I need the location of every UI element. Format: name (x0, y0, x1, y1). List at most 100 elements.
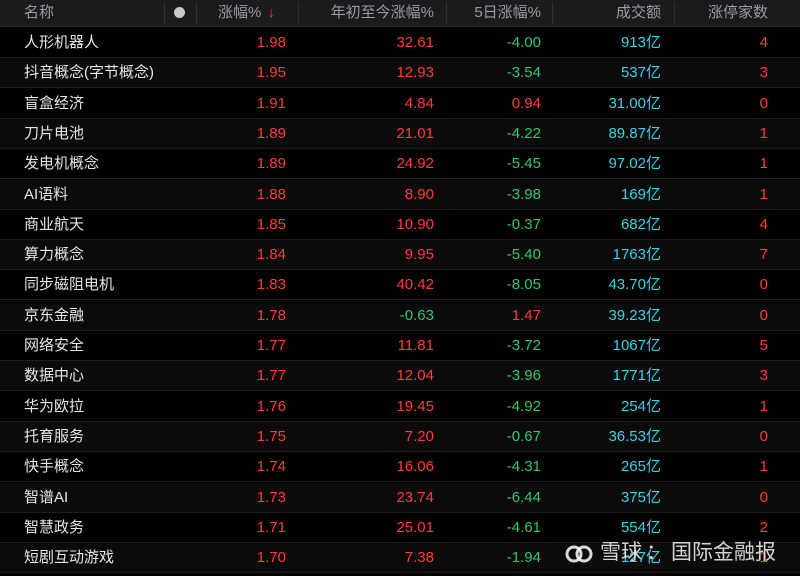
ytd-pct-value: 32.61 (396, 34, 434, 51)
column-header-name[interactable]: 名称 (24, 0, 54, 26)
ytd-pct-value: 11.81 (397, 337, 434, 354)
five-day-pct-value: -4.31 (506, 458, 541, 476)
change-pct-value: 1.88 (256, 185, 286, 203)
ytd-pct-value: 25.01 (396, 518, 434, 536)
table-row[interactable]: 数据中心 1.77 12.04 -3.96 1771亿 3 (0, 361, 800, 392)
turnover-value: 169亿 (620, 185, 661, 203)
table-row[interactable]: 京东金融 1.78 -0.63 1.47 39.23亿 0 (0, 300, 800, 331)
sector-name: 快手概念 (24, 458, 85, 476)
ytd-pct-value: 24.92 (396, 155, 434, 173)
change-pct-value: 1.98 (256, 34, 286, 51)
sector-name: 盲盒经济 (24, 94, 85, 112)
column-header-change-pct[interactable]: 涨幅% ↓ (218, 0, 275, 26)
change-pct-value: 1.84 (256, 246, 286, 264)
watermark-separator: ： (646, 541, 667, 564)
table-row[interactable]: 同步磁阻电机 1.83 40.42 -8.05 43.70亿 0 (0, 270, 800, 301)
sector-name: 京东金融 (24, 306, 85, 324)
ytd-pct-value: 8.90 (404, 185, 434, 203)
table-row[interactable]: 快手概念 1.74 16.06 -4.31 265亿 1 (0, 452, 800, 483)
table-row[interactable]: 抖音概念(字节概念) 1.95 12.93 -3.54 537亿 3 (0, 58, 800, 89)
sector-name: 发电机概念 (24, 155, 100, 173)
change-pct-value: 1.91 (256, 94, 286, 112)
watermark-account: 国际金融报 (671, 541, 776, 564)
table-row[interactable]: 发电机概念 1.89 24.92 -5.45 97.02亿 1 (0, 149, 800, 180)
five-day-pct-value: -5.45 (506, 155, 541, 173)
ytd-pct-value: 16.06 (396, 458, 434, 476)
column-divider (552, 2, 553, 24)
five-day-pct-value: -3.96 (506, 367, 541, 385)
ytd-pct-value: 21.01 (396, 124, 434, 142)
table-row[interactable]: 盲盒经济 1.91 4.84 0.94 31.00亿 0 (0, 89, 800, 119)
table-row[interactable]: 华为欧拉 1.76 19.45 -4.92 254亿 1 (0, 392, 800, 422)
sector-name: 智慧政务 (24, 518, 85, 536)
column-header-limit-up-count[interactable]: 涨停家数 (708, 0, 768, 26)
limit-up-count-value: 1 (759, 397, 768, 415)
table-row[interactable]: 托育服务 1.75 7.20 -0.67 36.53亿 0 (0, 421, 800, 452)
sector-name: 人形机器人 (24, 34, 100, 51)
change-pct-value: 1.83 (256, 276, 286, 294)
ytd-pct-value: 10.90 (396, 215, 434, 233)
table-row[interactable]: 智谱AI 1.73 23.74 -6.44 375亿 0 (0, 482, 800, 513)
ytd-pct-value: 19.45 (396, 397, 434, 415)
change-pct-value: 1.89 (256, 155, 286, 173)
limit-up-count-value: 7 (759, 246, 768, 264)
column-settings-dot-icon[interactable] (174, 7, 185, 18)
turnover-value: 265亿 (620, 458, 661, 476)
sector-name: 托育服务 (24, 427, 85, 445)
change-pct-value: 1.77 (256, 337, 286, 354)
five-day-pct-value: -3.54 (506, 64, 541, 82)
xueqiu-watermark: 雪球：国际金融报 (564, 536, 776, 570)
turnover-value: 1771亿 (612, 367, 661, 385)
limit-up-count-value: 4 (759, 34, 768, 51)
limit-up-count-value: 1 (759, 155, 768, 173)
five-day-pct-value: 0.94 (511, 94, 541, 112)
table-row[interactable]: 商业航天 1.85 10.90 -0.37 682亿 4 (0, 210, 800, 240)
column-divider (298, 2, 299, 24)
five-day-pct-value: -3.98 (506, 185, 541, 203)
five-day-pct-value: -4.92 (506, 397, 541, 415)
table-row[interactable]: 算力概念 1.84 9.95 -5.40 1763亿 7 (0, 240, 800, 271)
sector-name: 智谱AI (24, 488, 69, 506)
column-header-turnover[interactable]: 成交额 (616, 0, 661, 26)
ytd-pct-value: 7.38 (404, 549, 434, 567)
turnover-value: 43.70亿 (608, 276, 661, 294)
xueqiu-logo-icon (565, 545, 593, 563)
column-header-ytd-pct[interactable]: 年初至今涨幅% (331, 0, 434, 26)
turnover-value: 1763亿 (612, 246, 661, 264)
ytd-pct-value: 40.42 (396, 276, 434, 294)
limit-up-count-value: 3 (759, 367, 768, 385)
sector-ranking-table: 名称 涨幅% ↓ 年初至今涨幅% 5日涨幅% 成交额 涨停家数 人形机器人 1.98… (0, 0, 800, 576)
five-day-pct-value: -8.05 (506, 276, 541, 294)
five-day-pct-value: -6.44 (506, 488, 541, 506)
ytd-pct-value: -0.63 (399, 306, 434, 324)
change-pct-value: 1.73 (256, 488, 286, 506)
change-pct-value: 1.76 (256, 397, 286, 415)
change-pct-value: 1.75 (256, 427, 286, 445)
turnover-value: 1067亿 (612, 337, 661, 354)
limit-up-count-value: 0 (759, 94, 768, 112)
turnover-value: 36.53亿 (608, 427, 661, 445)
sector-name: 同步磁阻电机 (24, 276, 115, 294)
change-pct-value: 1.78 (256, 306, 286, 324)
turnover-value: 39.23亿 (608, 306, 661, 324)
column-divider (196, 2, 197, 24)
table-row[interactable]: 人形机器人 1.98 32.61 -4.00 913亿 4 (0, 28, 800, 58)
sector-name: 数据中心 (24, 367, 85, 385)
column-divider (164, 2, 165, 24)
table-row[interactable]: 刀片电池 1.89 21.01 -4.22 89.87亿 1 (0, 118, 800, 149)
turnover-value: 375亿 (620, 488, 661, 506)
limit-up-count-value: 0 (759, 306, 768, 324)
column-header-5day-pct[interactable]: 5日涨幅% (474, 0, 541, 26)
sector-name: 商业航天 (24, 215, 85, 233)
ytd-pct-value: 23.74 (396, 488, 434, 506)
sort-descending-icon[interactable]: ↓ (267, 4, 275, 21)
sector-name: 抖音概念(字节概念) (24, 64, 154, 82)
table-row[interactable]: 网络安全 1.77 11.81 -3.72 1067亿 5 (0, 331, 800, 361)
five-day-pct-value: -4.00 (506, 34, 541, 51)
table-row[interactable]: AI语料 1.88 8.90 -3.98 169亿 1 (0, 179, 800, 210)
five-day-pct-value: -1.94 (506, 549, 541, 567)
sector-name: 华为欧拉 (24, 397, 85, 415)
turnover-value: 537亿 (620, 64, 661, 82)
change-pct-value: 1.70 (256, 549, 286, 567)
change-pct-value: 1.71 (256, 518, 286, 536)
